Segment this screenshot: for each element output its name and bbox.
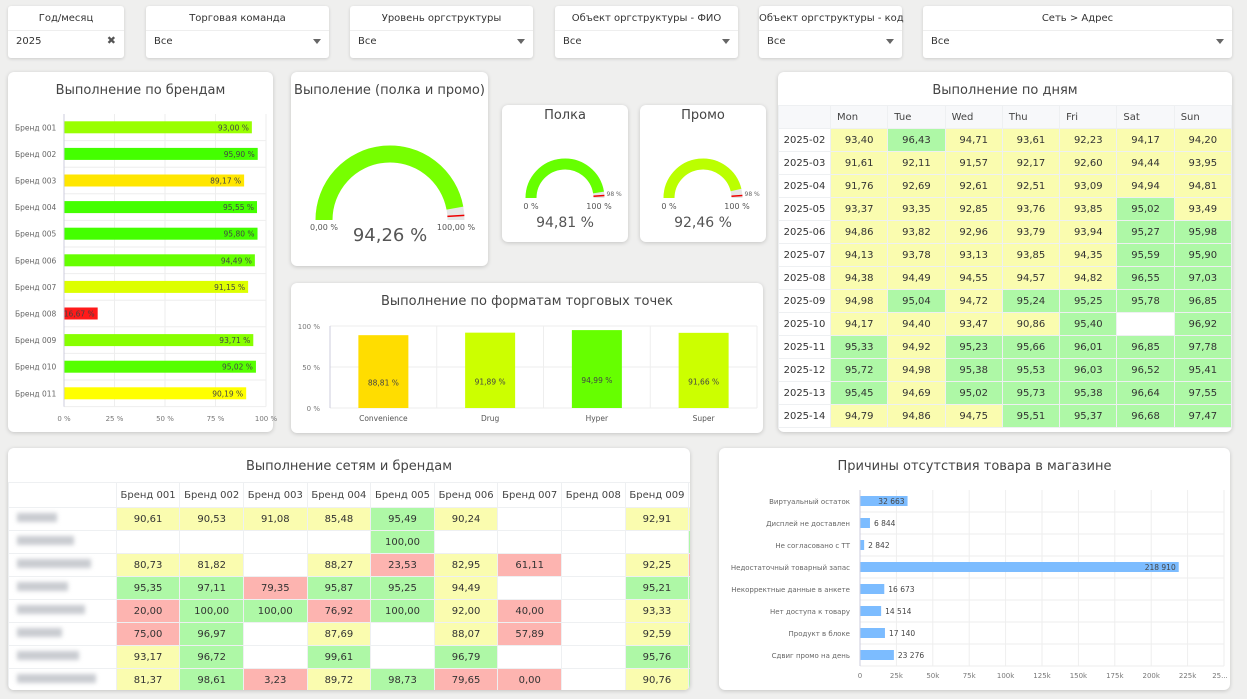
x-tick-label: 125k bbox=[1033, 672, 1051, 680]
category-label: Виртуальный остаток bbox=[769, 498, 850, 506]
category-label: Недостаточный товарный запас bbox=[731, 564, 850, 572]
x-tick-label: 75k bbox=[963, 672, 977, 680]
category-label: Продукт в блоке bbox=[789, 630, 850, 638]
data-label: 2 842 bbox=[868, 541, 890, 550]
data-label: 17 140 bbox=[889, 629, 915, 638]
category-label: Нет доступа к товару bbox=[770, 608, 850, 616]
data-label: 32 663 bbox=[878, 497, 904, 506]
data-label: 16 673 bbox=[888, 585, 914, 594]
bar bbox=[860, 584, 885, 594]
x-tick-label: 100k bbox=[997, 672, 1015, 680]
x-tick-label: 200k bbox=[1142, 672, 1160, 680]
data-label: 6 844 bbox=[874, 519, 896, 528]
bar bbox=[860, 540, 865, 550]
category-label: Дисплей не доставлен bbox=[766, 520, 850, 528]
x-tick-label: 150k bbox=[1070, 672, 1088, 680]
x-tick-label: 225k bbox=[1179, 672, 1197, 680]
data-label: 23 276 bbox=[898, 651, 924, 660]
bar bbox=[860, 562, 1179, 572]
category-label: Не согласовано с ТТ bbox=[775, 542, 850, 550]
x-tick-label: 50k bbox=[926, 672, 940, 680]
bar bbox=[860, 628, 885, 638]
reasons-bar-chart: 0 25k 50k 75k 100k 125k 150k 175k 200k 225k 25... В… bbox=[731, 490, 1228, 680]
category-label: Сдвиг промо на день bbox=[772, 652, 850, 660]
data-label: 218 910 bbox=[1145, 563, 1176, 572]
bar bbox=[860, 606, 882, 616]
x-tick-label: 175k bbox=[1106, 672, 1124, 680]
bar bbox=[860, 518, 870, 528]
x-tick-label: 25k bbox=[890, 672, 904, 680]
bar bbox=[860, 650, 894, 660]
category-label: Некорректные данные в анкете bbox=[731, 586, 850, 594]
x-tick-label: 25... bbox=[1212, 672, 1228, 680]
x-tick-label: 0 bbox=[858, 672, 862, 680]
data-label: 14 514 bbox=[885, 607, 911, 616]
